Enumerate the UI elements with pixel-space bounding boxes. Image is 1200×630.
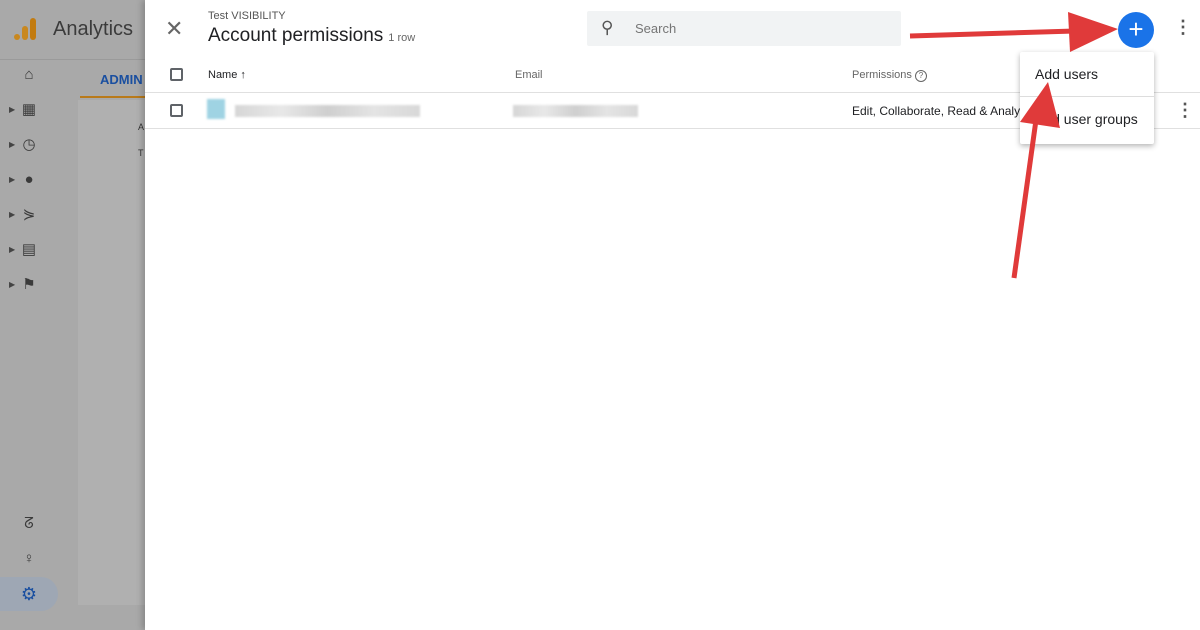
arrow-to-add-button: [909, 12, 1118, 52]
arrow-to-add-users: [1011, 82, 1060, 279]
annotation-arrows: [909, 12, 1118, 279]
